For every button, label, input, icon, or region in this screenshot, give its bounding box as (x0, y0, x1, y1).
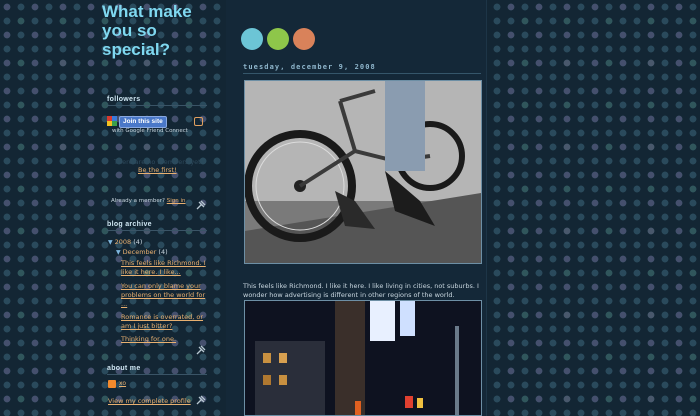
archive-post-link[interactable]: You can only blame your problems on the … (121, 282, 207, 309)
no-members-text: There are no members yet. (114, 158, 203, 166)
about-name-link[interactable]: xo (119, 380, 126, 387)
bike-photo-illustration (245, 81, 481, 263)
archive-post-link[interactable]: Romance is overrated, or am I just bitte… (121, 313, 207, 331)
archive-heading: blog archive (107, 221, 207, 231)
post-photo-bike[interactable] (244, 80, 482, 264)
edit-wrench-icon[interactable] (196, 200, 206, 210)
edit-wrench-icon[interactable] (196, 395, 206, 405)
blog-title[interactable]: What make you so special? (102, 2, 212, 59)
edit-wrench-icon[interactable] (196, 345, 206, 355)
expand-triangle-icon[interactable]: ▼ (108, 239, 113, 246)
circle-icon-green (267, 28, 289, 50)
archive-year[interactable]: 2008 (115, 238, 132, 246)
header-circles (241, 28, 315, 50)
archive-year-count: (4) (133, 238, 143, 246)
expand-triangle-icon[interactable]: ▼ (116, 249, 121, 256)
sidebar-archive: blog archive (107, 221, 207, 231)
friend-connect-caption: with Google Friend Connect (112, 128, 188, 134)
already-member-text: Already a member? Sign in (111, 198, 185, 204)
be-first-link[interactable]: Be the first! (138, 166, 177, 174)
sign-in-link[interactable]: Sign in (167, 198, 186, 204)
street-photo-illustration (245, 301, 481, 415)
archive-post-link[interactable]: Thinking for one. (121, 335, 207, 344)
post-date-header: tuesday, december 9, 2008 (243, 63, 481, 74)
circle-icon-orange (293, 28, 315, 50)
about-heading: about me (107, 365, 207, 375)
google-friend-connect-icon (107, 116, 117, 126)
archive-month-row[interactable]: ▼ December (4) (116, 248, 168, 256)
post-photo-street[interactable] (244, 300, 482, 416)
blogger-profile-icon (108, 380, 116, 388)
archive-month[interactable]: December (123, 248, 157, 256)
view-profile-link[interactable]: View my complete profile (108, 397, 191, 405)
sidebar-followers: followers (107, 96, 207, 106)
widget-options-icon[interactable] (194, 117, 203, 126)
post-caption: This feels like Richmond. I like it here… (243, 282, 479, 299)
archive-month-count: (4) (158, 248, 168, 256)
join-site-button[interactable]: Join this site (119, 116, 167, 128)
archive-post-link[interactable]: This feels like Richmond. I like it here… (121, 259, 207, 277)
sidebar-about: about me (107, 365, 207, 375)
archive-year-row[interactable]: ▼ 2008 (4) (108, 238, 142, 246)
already-member-label: Already a member? (111, 198, 165, 204)
followers-heading: followers (107, 96, 207, 106)
circle-icon-blue (241, 28, 263, 50)
